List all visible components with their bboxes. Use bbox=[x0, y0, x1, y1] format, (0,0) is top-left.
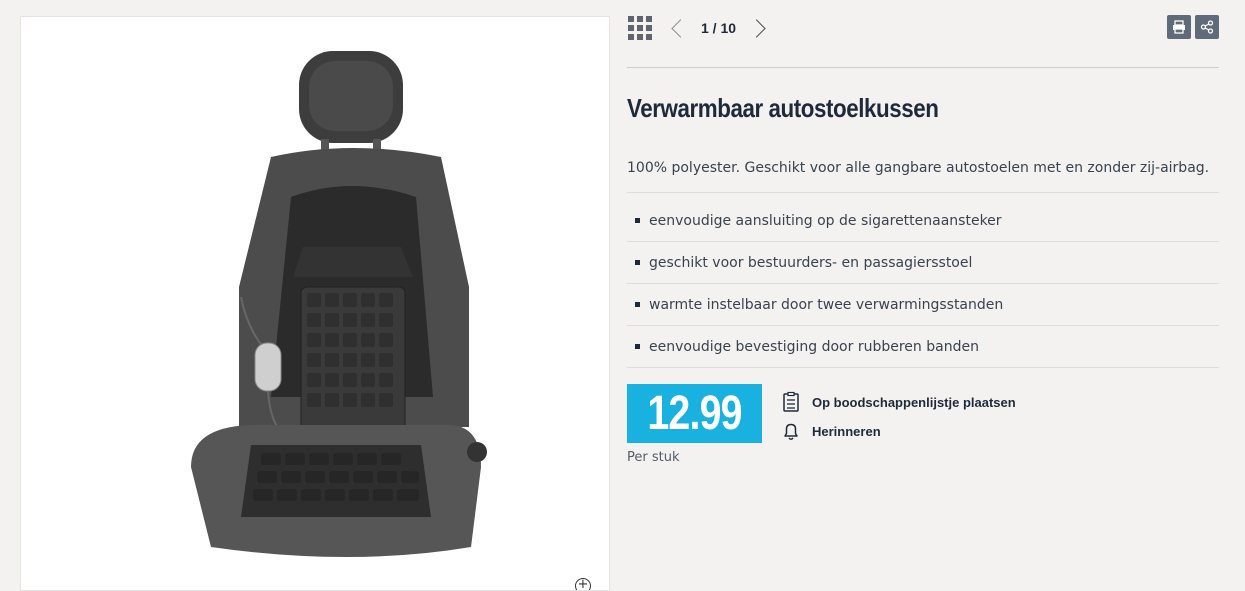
feature-item: geschikt voor bestuurders- en passagiers… bbox=[627, 242, 1219, 284]
chevron-left-icon[interactable] bbox=[671, 18, 690, 38]
chevron-right-icon[interactable] bbox=[747, 18, 766, 38]
remind-button[interactable]: Herinneren bbox=[780, 420, 881, 442]
price-value: 12.99 bbox=[647, 387, 742, 440]
feature-item: eenvoudige bevestiging door rubberen ban… bbox=[627, 326, 1219, 368]
feature-text: warmte instelbaar door twee verwarmingss… bbox=[649, 296, 1004, 313]
product-image-panel[interactable]: + bbox=[20, 16, 610, 591]
feature-list: eenvoudige aansluiting op de sigarettena… bbox=[627, 200, 1219, 368]
bullet-icon bbox=[635, 302, 640, 307]
grid-view-icon[interactable] bbox=[628, 16, 652, 40]
product-image-car-seat bbox=[191, 51, 487, 557]
feature-text: eenvoudige aansluiting op de sigarettena… bbox=[649, 212, 1002, 229]
clipboard-list-icon bbox=[783, 391, 799, 412]
header-divider bbox=[627, 67, 1219, 68]
price-badge: 12.99 bbox=[627, 384, 762, 443]
shopping-list-label: Op boodschappenlijstje plaatsen bbox=[812, 394, 1016, 410]
bullet-icon bbox=[635, 218, 640, 223]
feature-text: eenvoudige bevestiging door rubberen ban… bbox=[649, 338, 979, 355]
feature-item: eenvoudige aansluiting op de sigarettena… bbox=[627, 200, 1219, 242]
bell-icon bbox=[784, 423, 798, 440]
bullet-icon bbox=[635, 260, 640, 265]
add-to-shopping-list-button[interactable]: Op boodschappenlijstje plaatsen bbox=[780, 391, 1016, 413]
gallery-counter: 1 / 10 bbox=[701, 20, 737, 36]
remind-label: Herinneren bbox=[812, 423, 881, 439]
print-icon[interactable] bbox=[1167, 15, 1191, 39]
zoom-in-icon[interactable]: + bbox=[575, 578, 591, 590]
feature-item: warmte instelbaar door twee verwarmingss… bbox=[627, 284, 1219, 326]
product-title: Verwarmbaar autostoelkussen bbox=[627, 93, 939, 123]
product-description: 100% polyester. Geschikt voor alle gangb… bbox=[627, 160, 1219, 193]
gallery-navigation: 1 / 10 bbox=[628, 14, 769, 42]
bullet-icon bbox=[635, 344, 640, 349]
price-unit: Per stuk bbox=[627, 450, 680, 465]
feature-text: geschikt voor bestuurders- en passagiers… bbox=[649, 254, 973, 271]
tool-buttons bbox=[1167, 15, 1219, 39]
share-icon[interactable] bbox=[1195, 15, 1219, 39]
